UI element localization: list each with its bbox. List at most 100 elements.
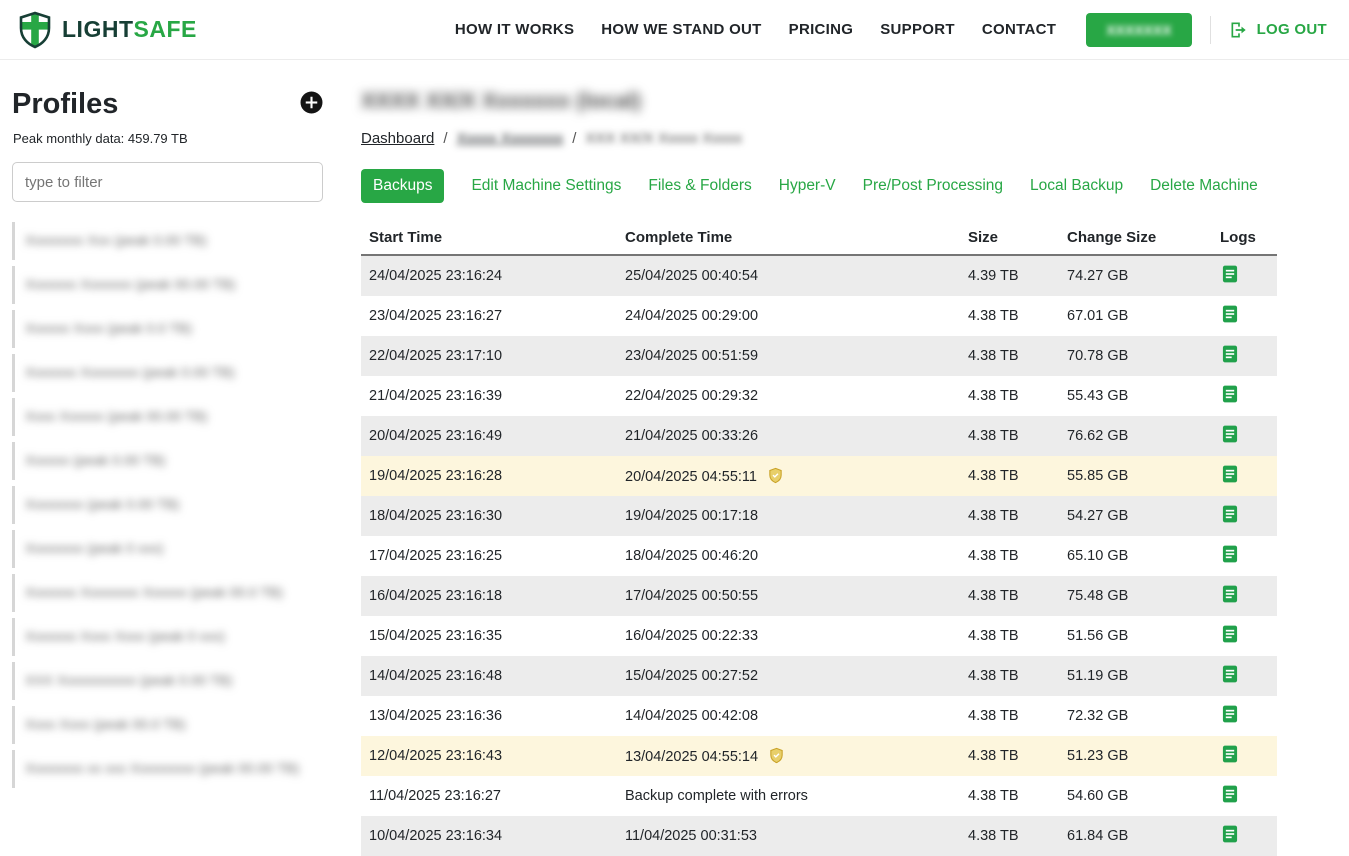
tab-local-backup[interactable]: Local Backup xyxy=(1030,177,1123,195)
profile-list-item[interactable]: Xxxxxxxx (peak 0.00 TB) xyxy=(12,486,323,524)
view-log-button[interactable] xyxy=(1220,384,1240,404)
profile-list-item[interactable]: Xxxxxxxx xx xxx Xxxxxxxxx (peak 00.00 TB… xyxy=(12,750,323,788)
view-log-button[interactable] xyxy=(1220,504,1240,524)
column-header-change-size: Change Size xyxy=(1059,221,1212,255)
profile-list-item[interactable]: Xxxx Xxxxxx (peak 00.00 TB) xyxy=(12,398,323,436)
view-log-button[interactable] xyxy=(1220,584,1240,604)
profile-label-redacted: Xxxxxxx Xxxxxxx (peak 00.00 TB) xyxy=(25,276,236,292)
brand-logo[interactable]: LIGHTSAFE xyxy=(18,11,197,49)
change-size-cell: 70.78 GB xyxy=(1059,336,1212,376)
start-time-cell: 20/04/2025 23:16:49 xyxy=(361,416,617,456)
column-header-size: Size xyxy=(960,221,1059,255)
size-cell: 4.38 TB xyxy=(960,616,1059,656)
backup-row: 17/04/2025 23:16:2518/04/2025 00:46:204.… xyxy=(361,536,1277,576)
backup-row: 14/04/2025 23:16:4815/04/2025 00:27:524.… xyxy=(361,656,1277,696)
profile-label-redacted: Xxxxxxx Xxxxxxxx (peak 0.00 TB) xyxy=(25,364,235,380)
brand-name: LIGHTSAFE xyxy=(62,16,197,43)
view-log-button[interactable] xyxy=(1220,304,1240,324)
main-content: XXXX XX/X Xxxxxxx (local) Dashboard / Xx… xyxy=(335,60,1277,856)
change-size-cell: 54.60 GB xyxy=(1059,776,1212,816)
profile-label-redacted: Xxxxxxxx xx xxx Xxxxxxxxx (peak 00.00 TB… xyxy=(25,760,299,776)
view-log-button[interactable] xyxy=(1220,664,1240,684)
tab-files-folders[interactable]: Files & Folders xyxy=(648,177,751,195)
tab-backups[interactable]: Backups xyxy=(361,169,444,203)
account-button[interactable]: XXXXXXX xyxy=(1086,13,1191,47)
logs-cell xyxy=(1212,456,1277,496)
logs-cell xyxy=(1212,696,1277,736)
nav-link-support[interactable]: SUPPORT xyxy=(880,21,955,38)
view-log-button[interactable] xyxy=(1220,544,1240,564)
breadcrumb-dashboard-link[interactable]: Dashboard xyxy=(361,130,434,147)
logout-link[interactable]: LOG OUT xyxy=(1229,20,1327,40)
breadcrumb-account-link-redacted[interactable]: Xxxxx Xxxxxxxx xyxy=(457,130,564,147)
add-profile-button[interactable] xyxy=(300,91,323,114)
profile-list-item[interactable]: Xxxxxx Xxxx (peak 0.0 TB) xyxy=(12,310,323,348)
backup-row: 15/04/2025 23:16:3516/04/2025 00:22:334.… xyxy=(361,616,1277,656)
backup-row: 11/04/2025 23:16:27Backup complete with … xyxy=(361,776,1277,816)
complete-time-cell: 23/04/2025 00:51:59 xyxy=(617,336,960,376)
view-log-button[interactable] xyxy=(1220,264,1240,284)
size-cell: 4.38 TB xyxy=(960,496,1059,536)
profile-label-redacted: Xxxxxxxx Xxx (peak 0.00 TB) xyxy=(25,232,207,248)
profile-list-item[interactable]: Xxxxxxx Xxxx Xxxx (peak 0 xxx) xyxy=(12,618,323,656)
breadcrumb-machine-redacted: XXX XX/X Xxxxx Xxxxx xyxy=(585,130,742,147)
profile-label-redacted: Xxxxxxxx (peak 0.00 TB) xyxy=(25,496,180,512)
view-log-button[interactable] xyxy=(1220,784,1240,804)
complete-time-cell: 17/04/2025 00:50:55 xyxy=(617,576,960,616)
change-size-cell: 51.19 GB xyxy=(1059,656,1212,696)
view-log-button[interactable] xyxy=(1220,704,1240,724)
size-cell: 4.38 TB xyxy=(960,336,1059,376)
change-size-cell: 54.27 GB xyxy=(1059,496,1212,536)
view-log-button[interactable] xyxy=(1220,744,1240,764)
change-size-cell: 51.56 GB xyxy=(1059,616,1212,656)
warning-shield-icon xyxy=(767,467,784,484)
complete-time-cell: 21/04/2025 00:33:26 xyxy=(617,416,960,456)
profile-list-item[interactable]: Xxxxxxxx (peak 0 xxx) xyxy=(12,530,323,568)
profile-list-item[interactable]: Xxxxxxx Xxxxxxxx Xxxxxx (peak 00.0 TB) xyxy=(12,574,323,612)
backup-row: 10/04/2025 23:16:3411/04/2025 00:31:534.… xyxy=(361,816,1277,856)
tab-hyper-v[interactable]: Hyper-V xyxy=(779,177,836,195)
complete-time-cell: 11/04/2025 00:31:53 xyxy=(617,816,960,856)
nav-link-how-we-stand-out[interactable]: HOW WE STAND OUT xyxy=(601,21,761,38)
logs-cell xyxy=(1212,736,1277,776)
profile-filter-input[interactable] xyxy=(12,162,323,202)
complete-time-cell: 24/04/2025 00:29:00 xyxy=(617,296,960,336)
logout-icon xyxy=(1229,20,1249,40)
brand-name-safe: SAFE xyxy=(134,16,197,42)
profile-list-item[interactable]: Xxxxxxxx Xxx (peak 0.00 TB) xyxy=(12,222,323,260)
profiles-title: Profiles xyxy=(12,88,118,121)
breadcrumb-separator: / xyxy=(443,130,447,147)
view-log-button[interactable] xyxy=(1220,824,1240,844)
column-header-start-time: Start Time xyxy=(361,221,617,255)
tab-pre-post-processing[interactable]: Pre/Post Processing xyxy=(863,177,1003,195)
profile-list-item[interactable]: Xxxx Xxxx (peak 00.0 TB) xyxy=(12,706,323,744)
view-log-button[interactable] xyxy=(1220,464,1240,484)
start-time-cell: 17/04/2025 23:16:25 xyxy=(361,536,617,576)
start-time-cell: 21/04/2025 23:16:39 xyxy=(361,376,617,416)
table-header-row: Start TimeComplete TimeSizeChange SizeLo… xyxy=(361,221,1277,255)
view-log-button[interactable] xyxy=(1220,624,1240,644)
nav-link-contact[interactable]: CONTACT xyxy=(982,21,1056,38)
change-size-cell: 51.23 GB xyxy=(1059,736,1212,776)
profile-list-item[interactable]: Xxxxxx (peak 0.00 TB) xyxy=(12,442,323,480)
start-time-cell: 15/04/2025 23:16:35 xyxy=(361,616,617,656)
profile-list-item[interactable]: XXX Xxxxxxxxxxx (peak 0.00 TB) xyxy=(12,662,323,700)
start-time-cell: 18/04/2025 23:16:30 xyxy=(361,496,617,536)
logs-cell xyxy=(1212,656,1277,696)
profile-label-redacted: Xxxxxx (peak 0.00 TB) xyxy=(25,452,166,468)
complete-time-cell: 25/04/2025 00:40:54 xyxy=(617,255,960,296)
size-cell: 4.38 TB xyxy=(960,576,1059,616)
profiles-sidebar: Profiles Peak monthly data: 459.79 TB Xx… xyxy=(0,60,335,856)
nav-link-pricing[interactable]: PRICING xyxy=(789,21,854,38)
nav-link-how-it-works[interactable]: HOW IT WORKS xyxy=(455,21,574,38)
change-size-cell: 61.84 GB xyxy=(1059,816,1212,856)
tab-edit-machine-settings[interactable]: Edit Machine Settings xyxy=(471,177,621,195)
complete-time-cell: 15/04/2025 00:27:52 xyxy=(617,656,960,696)
view-log-button[interactable] xyxy=(1220,424,1240,444)
view-log-button[interactable] xyxy=(1220,344,1240,364)
profile-list-item[interactable]: Xxxxxxx Xxxxxxx (peak 00.00 TB) xyxy=(12,266,323,304)
tab-delete-machine[interactable]: Delete Machine xyxy=(1150,177,1258,195)
profile-list-item[interactable]: Xxxxxxx Xxxxxxxx (peak 0.00 TB) xyxy=(12,354,323,392)
backup-row: 12/04/2025 23:16:4313/04/2025 04:55:144.… xyxy=(361,736,1277,776)
start-time-cell: 24/04/2025 23:16:24 xyxy=(361,255,617,296)
